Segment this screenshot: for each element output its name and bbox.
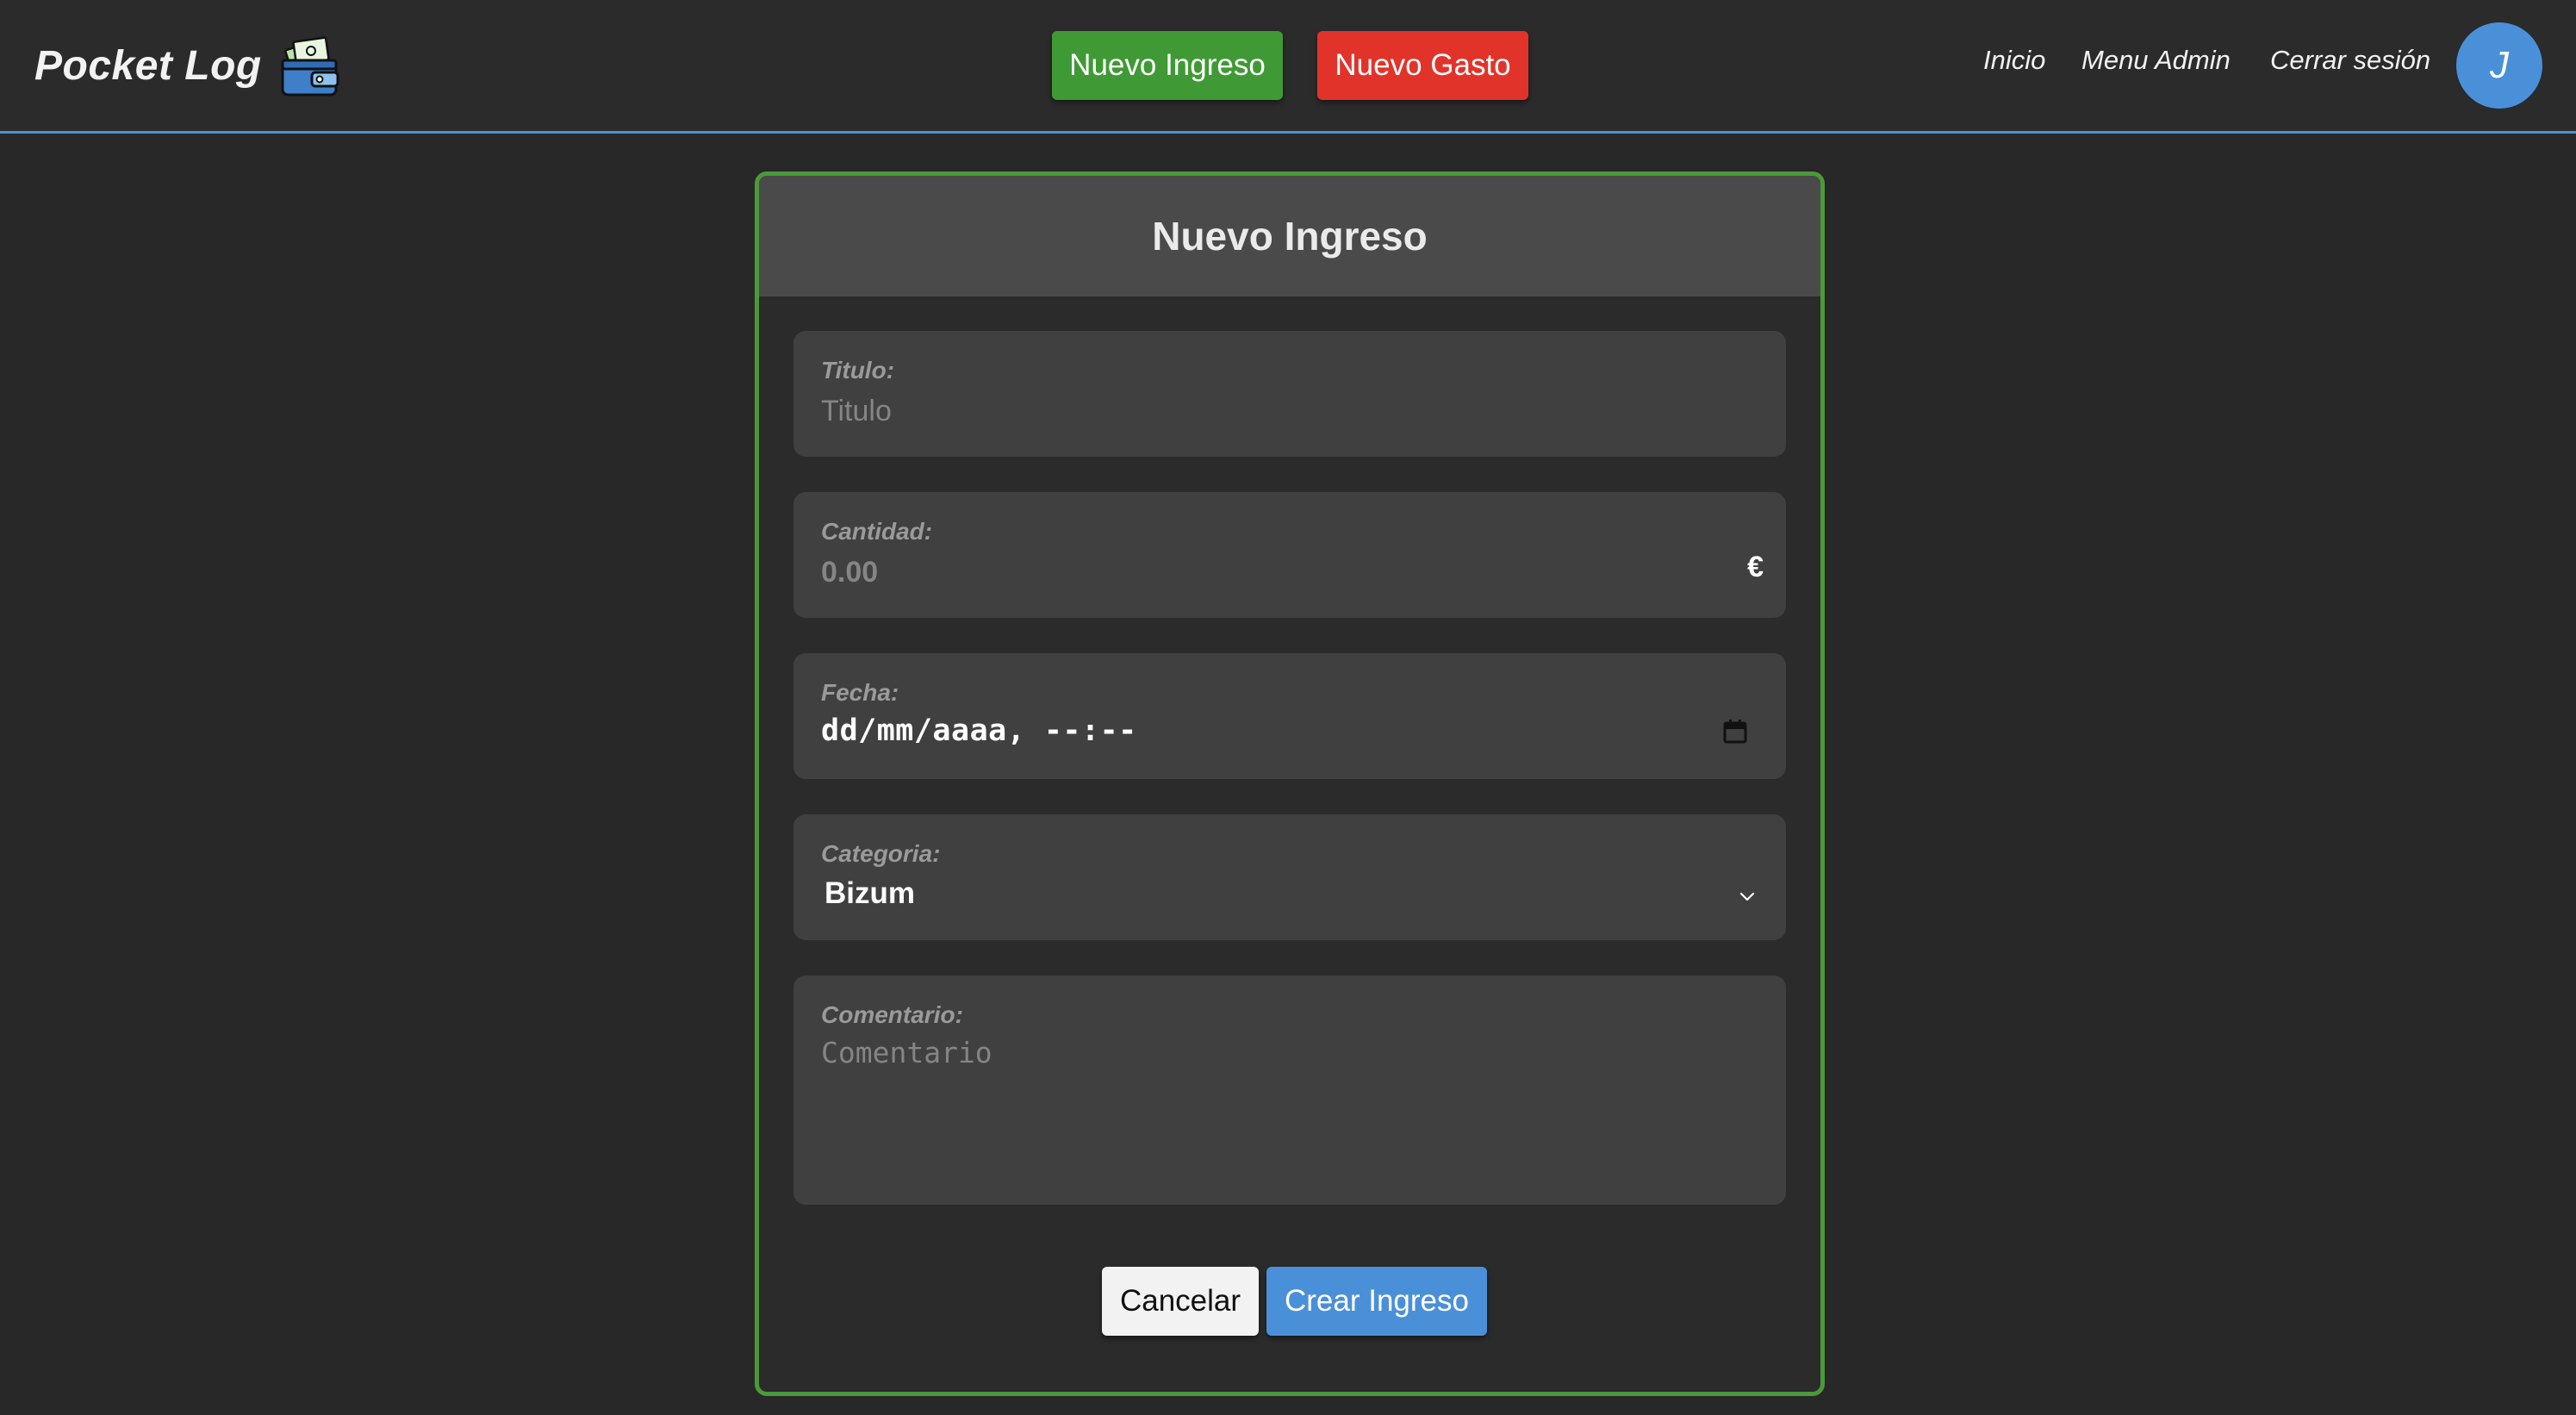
titulo-field: Titulo: <box>793 331 1786 457</box>
create-income-button[interactable]: Crear Ingreso <box>1266 1267 1487 1336</box>
chevron-down-icon <box>1739 892 1755 901</box>
nav-link-admin[interactable]: Menu Admin <box>2081 45 2231 76</box>
titulo-label: Titulo: <box>821 357 895 383</box>
cantidad-input[interactable] <box>821 552 1717 592</box>
brand-title: Pocket Log <box>34 42 262 89</box>
brand[interactable]: Pocket Log <box>34 31 341 100</box>
categoria-select[interactable]: Categoria: Bizum <box>793 814 1786 940</box>
fecha-field: Fecha: dd/mm/aaaa, --:-- <box>793 653 1786 779</box>
categoria-selected-value: Bizum <box>824 876 915 910</box>
comentario-textarea[interactable] <box>821 1036 1758 1182</box>
cantidad-label: Cantidad: <box>821 518 933 545</box>
nav-link-home[interactable]: Inicio <box>1983 45 2045 76</box>
titulo-input[interactable] <box>821 391 1717 431</box>
comentario-field: Comentario: <box>793 976 1786 1205</box>
comentario-label: Comentario: <box>821 1001 963 1028</box>
cantidad-field: Cantidad: € <box>793 492 1786 618</box>
fecha-label: Fecha: <box>821 679 899 706</box>
form-header: Nuevo Ingreso <box>759 176 1820 296</box>
wallet-icon <box>281 36 339 97</box>
nav-link-logout[interactable]: Cerrar sesión <box>2270 45 2430 76</box>
calendar-icon[interactable] <box>1722 719 1748 745</box>
fecha-input[interactable]: dd/mm/aaaa, --:-- <box>821 714 1137 748</box>
cancel-button[interactable]: Cancelar <box>1102 1267 1259 1336</box>
user-avatar[interactable]: J <box>2456 22 2542 109</box>
form-title: Nuevo Ingreso <box>1152 214 1428 259</box>
categoria-label: Categoria: <box>821 840 941 867</box>
top-navbar: Pocket Log Nuevo Ingreso Nuevo Gasto Ini… <box>0 0 2576 134</box>
new-expense-button[interactable]: Nuevo Gasto <box>1317 31 1528 100</box>
new-income-button[interactable]: Nuevo Ingreso <box>1052 31 1283 100</box>
new-income-form: Nuevo Ingreso Titulo: Cantidad: € Fecha:… <box>755 171 1825 1396</box>
currency-symbol: € <box>1747 551 1764 583</box>
